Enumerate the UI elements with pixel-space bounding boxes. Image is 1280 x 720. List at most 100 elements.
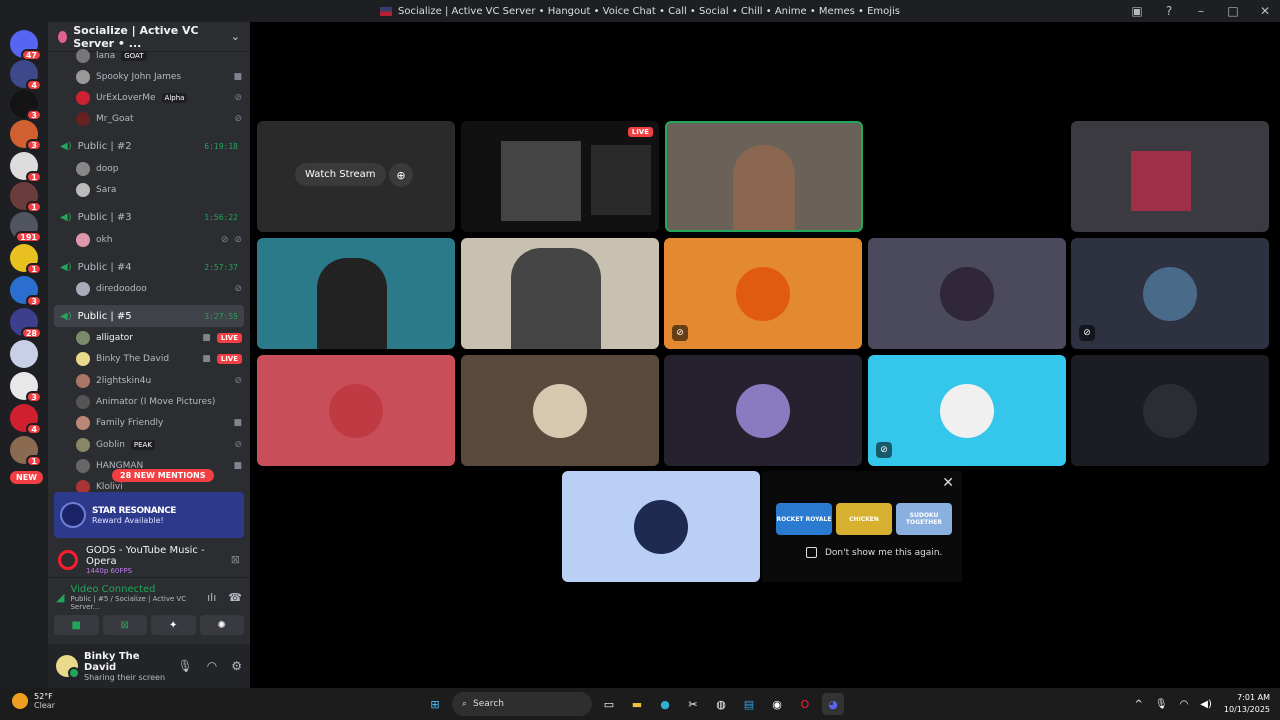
video-tile[interactable] (461, 238, 659, 349)
avatar (76, 162, 90, 176)
watch-stream-button[interactable]: Watch Stream (295, 163, 386, 186)
avatar-tile[interactable] (257, 355, 455, 466)
server-icon[interactable]: 3 (10, 372, 42, 403)
mute-icon: ⊘ (220, 235, 229, 245)
disconnect-icon[interactable]: ☎ (228, 591, 242, 604)
server-icon[interactable]: 3 (10, 120, 42, 151)
voice-channel-public-5[interactable]: ◀) Public | #5 3:27:55 (54, 305, 244, 327)
obs-icon[interactable]: ◉ (766, 693, 788, 715)
server-icon[interactable]: 191 (10, 212, 42, 243)
avatar (76, 331, 90, 345)
voice-channel-public-2[interactable]: ◀) Public | #2 6:19:18 (54, 135, 244, 157)
server-icon[interactable]: 1 (10, 152, 42, 183)
task-view-icon[interactable]: ▭ (598, 693, 620, 715)
voice-user[interactable]: Spooky John James ■ (76, 67, 242, 87)
screen-share-button[interactable]: ⊠ (102, 615, 147, 635)
activity-button[interactable]: ✦ (151, 615, 196, 635)
close-button[interactable]: ✕ (1258, 4, 1272, 18)
volume-icon[interactable]: ◀) (1200, 699, 1212, 710)
voice-user[interactable]: Binky The David ■ LIVE (76, 349, 242, 369)
snipping-tool-icon[interactable]: ✂ (682, 693, 704, 715)
camera-button[interactable]: ■ (54, 615, 99, 635)
wifi-icon[interactable]: ◠ (1180, 699, 1189, 710)
inbox-icon[interactable]: ▣ (1130, 4, 1144, 18)
video-tile[interactable] (257, 238, 455, 349)
voice-user[interactable]: diredoodoo ⊘ (76, 279, 242, 299)
avatar-tile[interactable]: ⊘ (664, 238, 862, 349)
new-mentions-pill[interactable]: 28 NEW MENTIONS (112, 469, 214, 482)
voice-user[interactable]: UrExLoverMe Alpha ⊘ (76, 88, 242, 108)
dont-show-again[interactable]: Don't show me this again. (806, 547, 942, 558)
stream-tile[interactable]: Watch Stream ⊕ (257, 121, 455, 232)
avatar-tile[interactable] (868, 238, 1066, 349)
avatar-tile[interactable]: ⊘ (868, 355, 1066, 466)
activity-card[interactable]: ROCKET ROYALE (776, 503, 832, 535)
voice-user[interactable]: okh ⊘ ⊘ (76, 230, 242, 250)
voice-user[interactable]: Animator (I Move Pictures) (76, 392, 242, 412)
voice-user[interactable]: doop (76, 159, 242, 179)
help-icon[interactable]: ? (1162, 4, 1176, 18)
stream-tile[interactable]: LIVE (461, 121, 659, 232)
settings-icon[interactable]: ⚙ (231, 659, 242, 673)
speaker-icon: ◀) (60, 211, 72, 223)
avatar-tile[interactable] (664, 355, 862, 466)
avatar[interactable] (56, 655, 80, 679)
close-icon[interactable]: ✕ (942, 475, 954, 491)
voice-user[interactable]: alligator ■ LIVE (76, 328, 242, 348)
avatar-tile[interactable] (1071, 355, 1269, 466)
server-icon[interactable]: 1 (10, 244, 42, 275)
voice-user[interactable]: Mr_Goat ⊘ (76, 109, 242, 129)
checkbox[interactable] (806, 547, 817, 558)
minimize-button[interactable]: – (1194, 4, 1208, 18)
search-box[interactable]: ⌕ Search (452, 692, 592, 716)
promo-banner[interactable]: STAR RESONANCE Reward Available! (54, 492, 244, 538)
soundboard-button[interactable]: ✺ (199, 615, 244, 635)
voice-user[interactable]: lana GOAT (76, 46, 242, 66)
clock[interactable]: 7:01 AM 10/13/2025 (1224, 692, 1270, 716)
voice-user[interactable]: Goblin PEAK ⊘ (76, 435, 242, 455)
video-tile[interactable] (1071, 121, 1269, 232)
voice-user[interactable]: 2lightskin4u ⊘ (76, 371, 242, 391)
chevron-up-icon[interactable]: ^ (1134, 699, 1142, 710)
server-icon[interactable] (10, 340, 38, 368)
microphone-icon[interactable]: 🎙 (178, 659, 193, 673)
opera-icon[interactable]: O (794, 693, 816, 715)
server-icon[interactable]: 1 (10, 436, 42, 467)
channel-sidebar: Socialize | Active VC Server • ... ⌄ lan… (48, 22, 250, 688)
notepad-icon[interactable]: ▤ (738, 693, 760, 715)
voice-channel-public-3[interactable]: ◀) Public | #3 1:56:22 (54, 206, 244, 228)
video-tile-speaking[interactable] (665, 121, 863, 232)
stop-activity-icon[interactable]: ⊠ (231, 553, 240, 566)
window-controls: ▣ ? – □ ✕ (1130, 0, 1272, 22)
server-icon[interactable]: 28 (10, 308, 42, 339)
steam-icon[interactable]: ◍ (710, 693, 732, 715)
voice-user[interactable]: Family Friendly ■ (76, 413, 242, 433)
server-icon[interactable]: 1 (10, 182, 42, 213)
activity-card[interactable]: CHICKEN (836, 503, 892, 535)
avatar-tile[interactable] (562, 471, 760, 582)
direct-messages-button[interactable]: 47 (10, 30, 42, 61)
headphones-icon[interactable]: ◠ (207, 659, 217, 673)
activity-card[interactable]: SUDOKU TOGETHER (896, 503, 952, 535)
avatar-tile[interactable]: ⊘ (1071, 238, 1269, 349)
edge-icon[interactable]: ● (654, 693, 676, 715)
weather-widget[interactable]: 52°F Clear (12, 692, 55, 710)
microphone-icon[interactable]: 🎙 (1155, 699, 1168, 710)
noise-suppression-icon[interactable]: ılı (207, 591, 216, 604)
server-icon[interactable]: 4 (10, 404, 42, 435)
mute-icon: ⊘ (234, 114, 242, 124)
server-icon[interactable]: 3 (10, 276, 42, 307)
avatar-tile[interactable] (461, 355, 659, 466)
signal-icon[interactable]: ◢ (56, 591, 64, 604)
activity-panel[interactable]: GODS - YouTube Music - Opera 1440p 60FPS… (48, 542, 250, 578)
file-explorer-icon[interactable]: ▬ (626, 693, 648, 715)
discord-icon[interactable]: ◕ (822, 693, 844, 715)
watch-with-icon[interactable]: ⊕ (389, 163, 413, 187)
maximize-button[interactable]: □ (1226, 4, 1240, 18)
server-icon[interactable]: 4 (10, 60, 42, 91)
voice-user[interactable]: Sara (76, 180, 242, 200)
voice-channel-public-4[interactable]: ◀) Public | #4 2:57:37 (54, 256, 244, 278)
avatar (736, 383, 790, 438)
windows-start-icon[interactable]: ⊞ (424, 693, 446, 715)
server-icon[interactable]: 3 (10, 90, 42, 121)
